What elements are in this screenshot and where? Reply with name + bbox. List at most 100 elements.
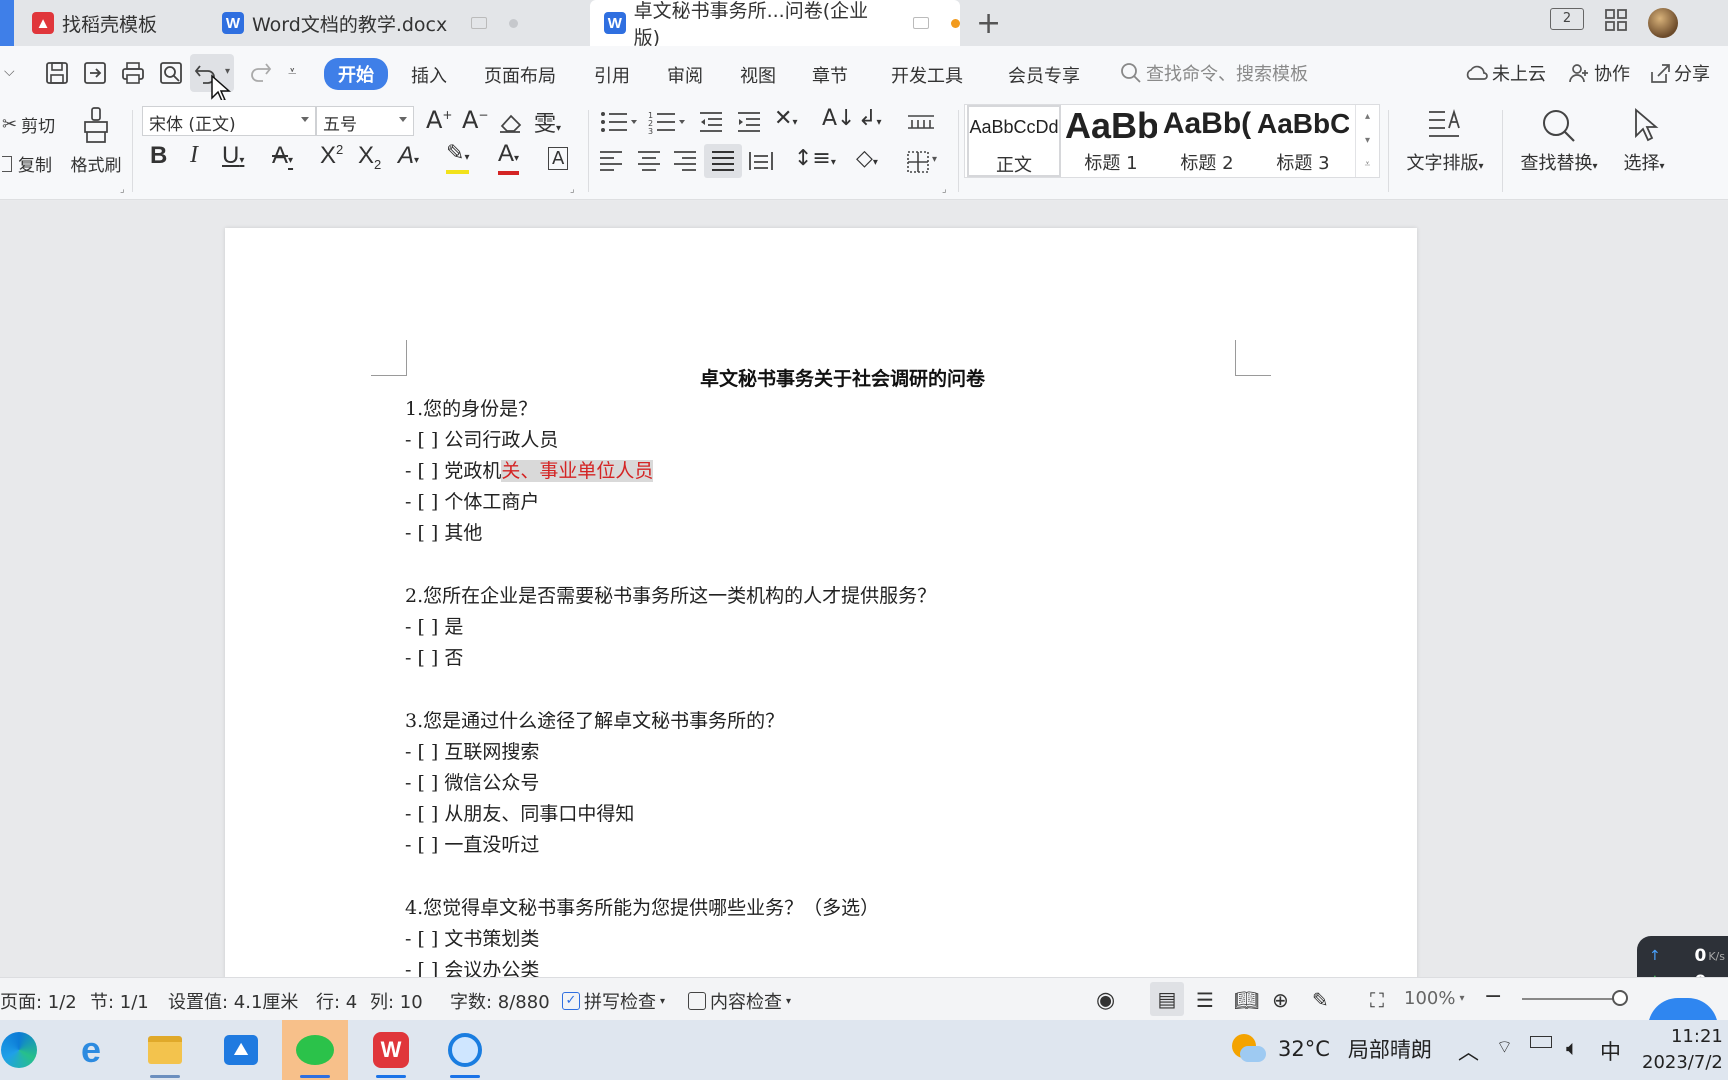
page-indicator[interactable]: 页面: 1/2 <box>0 988 77 1014</box>
char-border-icon[interactable]: A <box>548 147 569 170</box>
browser-app-icon[interactable] <box>432 1020 498 1080</box>
weather-widget[interactable]: 32°C 局部晴朗 <box>1228 1032 1432 1066</box>
show-marks-icon[interactable]: ↲▾ <box>858 106 881 131</box>
new-tab-plus-icon[interactable]: + <box>976 6 1001 41</box>
fit-page-icon[interactable]: ⛶ <box>1370 988 1384 1012</box>
subscript-icon[interactable]: X2 <box>358 142 381 172</box>
collab-button[interactable]: 协作 <box>1568 60 1630 86</box>
section-indicator[interactable]: 节: 1/1 <box>90 988 149 1014</box>
collapse-chevron-icon[interactable]: ⌵ <box>4 64 30 90</box>
font-color-icon[interactable]: A▾ <box>498 142 520 175</box>
home-edge[interactable] <box>0 0 14 46</box>
command-search[interactable]: 查找命令、搜索模板 <box>1120 60 1308 86</box>
menu-chapter[interactable]: 章节 <box>812 62 848 88</box>
content-check-button[interactable]: 内容检查 ▾ <box>688 988 791 1014</box>
menu-review[interactable]: 审阅 <box>667 62 703 88</box>
italic-icon[interactable]: I <box>190 142 198 169</box>
file-explorer-icon[interactable] <box>132 1020 198 1080</box>
highlight-icon[interactable]: ✎▾ <box>446 142 470 174</box>
decrease-indent-icon[interactable] <box>698 110 724 134</box>
line-spacing-icon[interactable]: ↕≡▾ <box>794 146 836 171</box>
copy-button[interactable]: 复制 <box>2 151 52 176</box>
increase-indent-icon[interactable] <box>736 110 762 134</box>
document-page[interactable]: 卓文秘书事务关于社会调研的问卷 1.您的身份是？ - [ ] 公司行政人员 - … <box>225 228 1417 977</box>
web-view-icon[interactable]: ⊕ <box>1272 988 1289 1012</box>
avatar[interactable] <box>1648 8 1678 38</box>
sort-icon[interactable]: A↓ <box>822 106 855 131</box>
photos-app-icon[interactable]: ⛰ <box>208 1020 274 1080</box>
style-heading-2[interactable]: AaBb( 标题 2 <box>1161 105 1253 177</box>
menu-insert[interactable]: 插入 <box>411 62 447 88</box>
text-layout-button[interactable]: 文字排版▾ <box>1400 108 1490 175</box>
zoom-select[interactable]: 100% ▾ <box>1404 988 1465 1009</box>
align-center-icon[interactable] <box>636 150 662 172</box>
styles-scroll[interactable]: ▴ ▾ ⩡ <box>1355 105 1379 177</box>
save-icon[interactable] <box>44 60 70 86</box>
tab-word-teaching[interactable]: W Word文档的教学.docx <box>222 0 578 46</box>
cloud-status-button[interactable]: 未上云 <box>1464 60 1546 86</box>
wechat-icon[interactable] <box>282 1020 348 1080</box>
tab-daoke[interactable]: ▲ 找稻壳模板 <box>32 0 202 46</box>
window-preview-icon[interactable] <box>913 17 930 29</box>
borders-dropdown-icon[interactable]: ▾ <box>932 154 937 165</box>
redo-icon[interactable] <box>246 60 272 86</box>
strikethrough-icon[interactable]: A▾ <box>272 142 293 170</box>
share-button[interactable]: 分享 <box>1648 60 1710 86</box>
chinese-layout-icon[interactable]: ✕▾ <box>774 106 797 131</box>
zoom-slider-handle[interactable] <box>1612 990 1628 1006</box>
select-button[interactable]: 选择▾ <box>1614 108 1674 175</box>
style-normal[interactable]: AaBbCcDd 正文 <box>967 105 1061 177</box>
bullet-list-icon[interactable] <box>600 110 640 134</box>
cut-button[interactable]: ✂ 剪切 <box>2 112 55 137</box>
phonetic-guide-icon[interactable]: 雯▾ <box>534 106 561 138</box>
align-left-icon[interactable] <box>598 150 624 172</box>
selected-text[interactable]: 关、事业单位人员 <box>501 460 654 482</box>
underline-icon[interactable]: U▾ <box>222 142 244 170</box>
font-name-select[interactable]: 宋体 (正文) <box>142 106 316 136</box>
word-count[interactable]: 字数: 8/880 <box>450 988 550 1014</box>
menu-view[interactable]: 视图 <box>740 62 776 88</box>
window-preview-icon[interactable] <box>471 17 488 29</box>
unsaved-dot-icon[interactable] <box>951 18 961 28</box>
font-size-select[interactable]: 五号 <box>316 106 414 136</box>
shading-icon[interactable]: ◇▾ <box>856 146 878 171</box>
borders-icon[interactable] <box>906 150 930 174</box>
superscript-icon[interactable]: X2 <box>320 142 343 170</box>
window-split-icon[interactable]: 2 <box>1550 8 1584 30</box>
export-icon[interactable] <box>82 60 108 86</box>
numbered-list-icon[interactable]: 123 <box>648 110 688 134</box>
font-launcher-icon[interactable]: ⌟ <box>570 184 575 195</box>
distributed-align-icon[interactable] <box>748 150 774 172</box>
menu-member[interactable]: 会员专享 <box>1008 62 1080 88</box>
close-dot-icon[interactable] <box>509 18 519 28</box>
outline-view-icon[interactable]: ☰ <box>1196 988 1214 1012</box>
setting-value[interactable]: 设置值: 4.1厘米 <box>168 988 298 1014</box>
menu-references[interactable]: 引用 <box>594 62 630 88</box>
style-heading-1[interactable]: AaBb 标题 1 <box>1065 105 1157 177</box>
text-effect-icon[interactable]: A▾ <box>398 142 419 170</box>
grow-font-icon[interactable]: A+ <box>426 106 452 134</box>
paragraph-launcher-icon[interactable]: ⌟ <box>942 184 947 195</box>
table-tabs-icon[interactable] <box>906 112 936 132</box>
zoom-slider[interactable] <box>1522 998 1622 1000</box>
shrink-font-icon[interactable]: A− <box>462 106 488 134</box>
bold-icon[interactable]: B <box>150 142 167 170</box>
menu-home[interactable]: 开始 <box>324 58 388 90</box>
eye-protection-icon[interactable]: ◉ <box>1096 988 1115 1013</box>
justify-button[interactable] <box>704 144 742 178</box>
system-clock[interactable]: 11:21 2023/7/2 <box>1642 1024 1723 1076</box>
spell-check-button[interactable]: ✓ 拼写检查 ▾ <box>562 988 665 1014</box>
find-replace-button[interactable]: 查找替换▾ <box>1514 108 1604 175</box>
print-preview-icon[interactable] <box>158 60 184 86</box>
ie-browser-icon[interactable]: e <box>58 1020 124 1080</box>
style-heading-3[interactable]: AaBbC 标题 3 <box>1257 105 1349 177</box>
grid-apps-icon[interactable] <box>1604 8 1628 32</box>
write-mode-icon[interactable]: ✎ <box>1312 988 1329 1012</box>
battery-icon[interactable] <box>1530 1036 1552 1048</box>
clipboard-launcher-icon[interactable]: ⌟ <box>120 184 125 195</box>
align-right-icon[interactable] <box>672 150 698 172</box>
clear-format-icon[interactable] <box>498 110 524 134</box>
tab-questionnaire[interactable]: W 卓文秘书事务所...问卷(企业版) <box>590 0 961 49</box>
menu-page-layout[interactable]: 页面布局 <box>484 62 556 88</box>
network-wifi-icon[interactable]: ⌔ <box>1496 1036 1513 1059</box>
